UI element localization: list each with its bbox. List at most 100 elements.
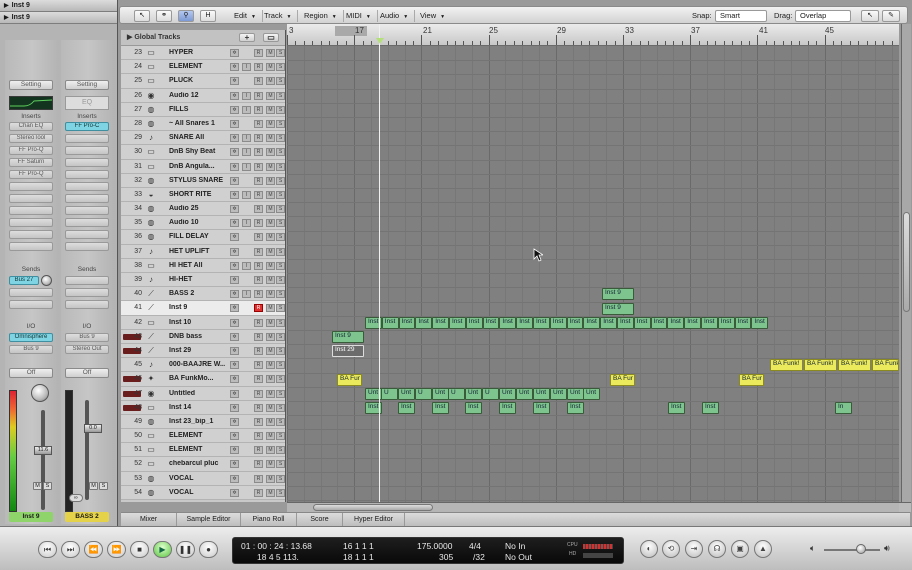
- region[interactable]: U: [381, 387, 398, 400]
- record-enable-button[interactable]: R: [254, 119, 263, 128]
- tab-sample-editor[interactable]: Sample Editor: [177, 513, 241, 526]
- region[interactable]: Inst: [549, 316, 567, 329]
- record-enable-button[interactable]: R: [254, 432, 263, 441]
- record-enable-button[interactable]: R: [254, 233, 263, 242]
- mute-button[interactable]: M: [266, 247, 275, 256]
- snap-select[interactable]: Smart: [715, 10, 767, 22]
- track-name[interactable]: HET UPLIFT: [169, 248, 225, 255]
- region[interactable]: Unt: [398, 387, 415, 400]
- region[interactable]: Inst: [398, 402, 415, 414]
- track-name[interactable]: Inst 23_bip_1: [169, 418, 225, 425]
- region[interactable]: Inst: [398, 316, 416, 329]
- mute-button[interactable]: M: [266, 389, 275, 398]
- track-header[interactable]: 48 ▭ Inst 14 ✲ I R M S: [121, 400, 285, 415]
- record-enable-button[interactable]: R: [254, 290, 263, 299]
- mute-button[interactable]: M: [266, 190, 275, 199]
- track-name[interactable]: HI-HET: [169, 276, 225, 283]
- record-enable-button[interactable]: R: [254, 49, 263, 57]
- track-name[interactable]: ELEMENT: [169, 63, 225, 70]
- input-monitor-icon[interactable]: I: [242, 162, 251, 171]
- output-slot[interactable]: Stereo Out: [65, 345, 109, 354]
- region[interactable]: Inst 9: [602, 288, 634, 301]
- region[interactable]: Inst: [734, 316, 752, 329]
- solo-button[interactable]: S: [276, 474, 285, 483]
- rewind-icon[interactable]: ⏪: [84, 541, 103, 558]
- region[interactable]: Unt: [583, 387, 600, 400]
- region[interactable]: Inst: [415, 316, 433, 329]
- tempo-display[interactable]: 175.0000: [417, 541, 452, 551]
- record-enable-button[interactable]: R: [254, 446, 263, 455]
- region[interactable]: Inst: [449, 316, 466, 329]
- record-enable-button[interactable]: R: [254, 460, 263, 469]
- region[interactable]: BA Fur: [739, 373, 764, 386]
- region[interactable]: Inst: [533, 316, 550, 329]
- region[interactable]: Unt: [499, 387, 516, 400]
- track-header[interactable]: 37 ♪ HET UPLIFT ✲ I R M S: [121, 244, 285, 259]
- track-header[interactable]: 30 ▭ DnB Shy Beat ✲ I R M S: [121, 145, 285, 160]
- mute-button[interactable]: M: [266, 460, 275, 469]
- track-header[interactable]: 34 ◍ Audio 25 ✲ I R M S: [121, 202, 285, 217]
- eq-button[interactable]: EQ: [65, 96, 109, 110]
- record-enable-button[interactable]: R: [254, 361, 263, 370]
- mute-button[interactable]: M: [266, 318, 275, 327]
- region[interactable]: Inst: [499, 402, 516, 414]
- disclosure-triangle-icon[interactable]: ▶: [4, 15, 9, 21]
- record-enable-button[interactable]: R: [254, 304, 263, 313]
- track-name[interactable]: SHORT RITE: [169, 191, 225, 198]
- mute-button[interactable]: M: [266, 276, 275, 284]
- record-enable-button[interactable]: R: [254, 63, 263, 72]
- record-enable-button[interactable]: R: [254, 91, 263, 100]
- record-enable-button[interactable]: R: [254, 318, 263, 327]
- freeze-icon[interactable]: ✲: [230, 261, 239, 270]
- track-name[interactable]: 000-BAAJRE W...: [169, 361, 225, 368]
- send-slot-1[interactable]: Bus 27: [9, 276, 39, 285]
- track-header[interactable]: 45 ♪ 000-BAAJRE W... ✲ I R M S: [121, 358, 285, 373]
- input-monitor-icon[interactable]: I: [242, 105, 251, 114]
- pan-knob[interactable]: [31, 384, 49, 402]
- solo-button[interactable]: S: [276, 417, 285, 426]
- track-header[interactable]: 29 ♪ SNARE All ✲ I R M S: [121, 131, 285, 146]
- play-icon[interactable]: ▶: [153, 541, 172, 558]
- track-header[interactable]: 50 ▭ ELEMENT ✲ I R M S: [121, 429, 285, 444]
- master-volume-knob[interactable]: [856, 544, 866, 554]
- track-name[interactable]: DNB bass: [169, 333, 225, 340]
- insert-slot-2[interactable]: StereoTool: [9, 134, 53, 143]
- track-header[interactable]: 32 ◍ STYLUS SNARE ✲ I R M S: [121, 173, 285, 188]
- region[interactable]: Inst 9: [332, 331, 364, 343]
- mute-button[interactable]: M: [266, 361, 275, 370]
- disclosure-triangle-icon[interactable]: ▶: [4, 3, 9, 9]
- track-header[interactable]: 23 ▭ HYPER ✲ I R M S: [121, 46, 285, 61]
- track-name[interactable]: Audio 25: [169, 205, 225, 212]
- record-enable-button[interactable]: R: [254, 134, 263, 143]
- region[interactable]: Inst: [668, 402, 685, 414]
- track-header[interactable]: 43 ⟋ DNB bass ✲ I R M S: [121, 329, 285, 344]
- bar-position[interactable]: 16 1 1 1: [343, 541, 374, 551]
- freeze-icon[interactable]: ✲: [230, 460, 239, 469]
- record-enable-button[interactable]: R: [254, 403, 263, 412]
- send-slot-empty[interactable]: [9, 300, 53, 309]
- automation-mode-button[interactable]: Off: [65, 368, 109, 378]
- link-icon[interactable]: ⚭: [156, 10, 172, 22]
- drag-select[interactable]: Overlap: [795, 10, 851, 22]
- record-enable-button[interactable]: R: [254, 332, 263, 341]
- track-header[interactable]: 24 ▭ ELEMENT ✲ I R M S: [121, 60, 285, 75]
- mute-button[interactable]: M: [266, 176, 275, 185]
- mute-button[interactable]: M: [266, 91, 275, 100]
- record-enable-button[interactable]: R: [254, 389, 263, 398]
- region[interactable]: BA Funk!: [804, 359, 837, 372]
- solo-button[interactable]: S: [276, 219, 285, 228]
- track-name[interactable]: ~ All Snares 1: [169, 120, 225, 127]
- insert-slot-5[interactable]: FF Pro-Q: [9, 170, 53, 179]
- track-header[interactable]: 39 ♪ HI-HET ✲ I R M S: [121, 273, 285, 288]
- volume-fader-track[interactable]: [41, 410, 45, 510]
- automation-mode-button[interactable]: Off: [9, 368, 53, 378]
- region-menu[interactable]: Region ▼: [298, 10, 344, 22]
- region[interactable]: Inst: [432, 402, 449, 414]
- solo-button[interactable]: S: [276, 49, 285, 57]
- track-name[interactable]: BASS 2: [169, 290, 225, 297]
- region[interactable]: BA Fur: [337, 373, 362, 386]
- hide-button[interactable]: H: [200, 10, 216, 22]
- freeze-icon[interactable]: ✲: [230, 134, 239, 143]
- transport-display[interactable]: 01 : 00 : 24 : 13.68 18 4 5 113. 16 1 1 …: [232, 537, 624, 564]
- region[interactable]: Inst: [465, 316, 483, 329]
